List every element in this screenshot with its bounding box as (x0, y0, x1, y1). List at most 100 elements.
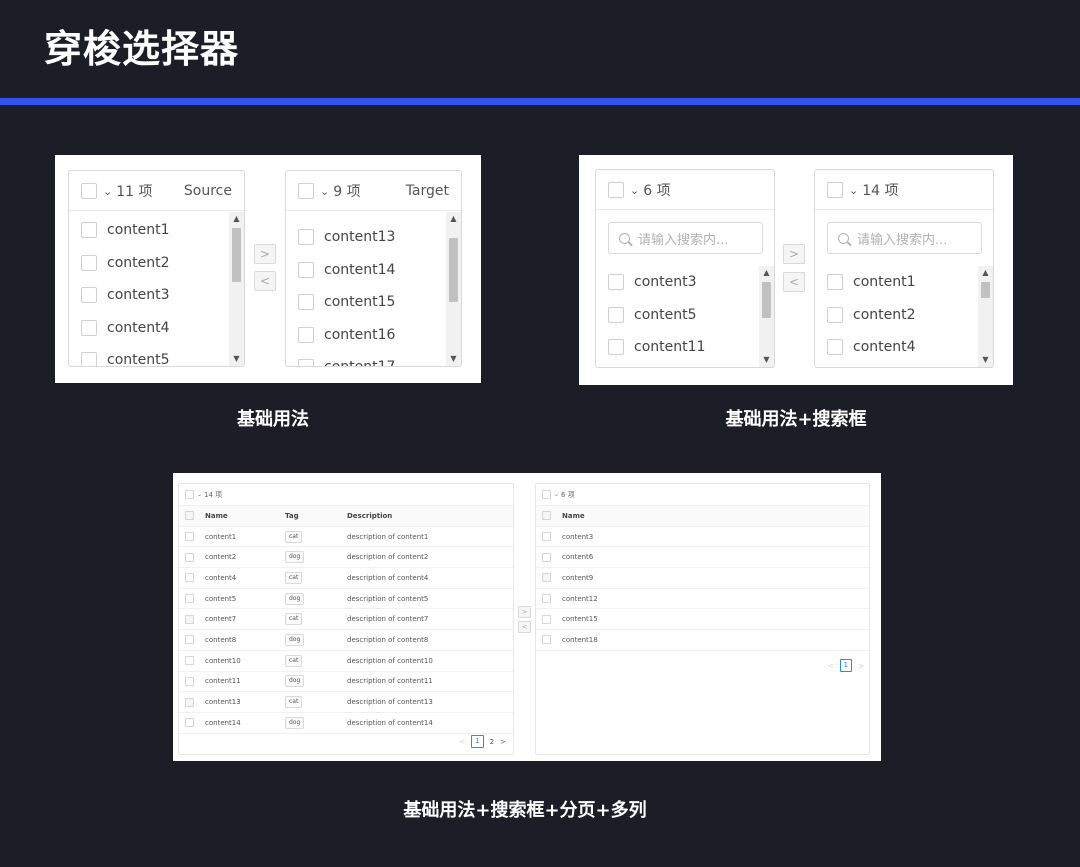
table-row[interactable]: content10 cat description of content10 (179, 651, 513, 672)
scroll-down-icon[interactable]: ▼ (978, 353, 993, 367)
row-checkbox[interactable] (542, 635, 551, 645)
select-all-checkbox[interactable] (185, 490, 194, 499)
table-row[interactable]: content14 dog description of content14 (179, 713, 513, 734)
list-item[interactable]: content11 (596, 331, 774, 364)
item-checkbox[interactable] (608, 274, 624, 291)
row-checkbox[interactable] (542, 594, 551, 604)
search-input[interactable]: 请输入搜索内... (827, 222, 982, 254)
chevron-down-icon[interactable]: ⌄ (197, 491, 202, 498)
row-checkbox[interactable] (542, 614, 551, 624)
item-checkbox[interactable] (298, 294, 314, 311)
scroll-down-icon[interactable]: ▼ (229, 352, 244, 366)
scroll-up-icon[interactable]: ▲ (229, 212, 244, 226)
scrollbar[interactable]: ▲ ▼ (978, 266, 993, 367)
row-checkbox[interactable] (185, 614, 194, 624)
item-checkbox[interactable] (81, 352, 97, 366)
page-button-current[interactable]: 1 (839, 659, 853, 672)
item-checkbox[interactable] (81, 287, 97, 304)
list-item[interactable]: content14 (286, 254, 461, 287)
item-checkbox[interactable] (827, 274, 843, 291)
table-row[interactable]: content3 (536, 527, 869, 548)
column-header-name[interactable]: Name (562, 512, 585, 520)
row-checkbox[interactable] (185, 573, 194, 583)
item-checkbox[interactable] (81, 319, 97, 336)
scroll-up-icon[interactable]: ▲ (978, 266, 993, 280)
next-page-button[interactable]: > (500, 738, 506, 746)
chevron-down-icon[interactable]: ⌄ (320, 185, 329, 198)
row-checkbox[interactable] (185, 697, 194, 707)
move-right-button[interactable]: > (518, 606, 531, 618)
row-checkbox[interactable] (542, 573, 551, 583)
item-checkbox[interactable] (608, 339, 624, 356)
table-row[interactable]: content18 (536, 630, 869, 651)
row-checkbox[interactable] (185, 656, 194, 666)
table-row[interactable]: content9 (536, 568, 869, 589)
chevron-down-icon[interactable]: ⌄ (849, 184, 858, 197)
select-all-checkbox[interactable] (81, 182, 97, 199)
item-checkbox[interactable] (81, 222, 97, 239)
item-checkbox[interactable] (81, 254, 97, 271)
table-row[interactable]: content5 dog description of content5 (179, 589, 513, 610)
row-checkbox[interactable] (185, 635, 194, 645)
table-row[interactable]: content4 cat description of content4 (179, 568, 513, 589)
move-left-button[interactable]: < (783, 272, 805, 292)
scrollbar[interactable]: ▲ ▼ (759, 266, 774, 367)
item-checkbox[interactable] (298, 359, 314, 366)
scroll-up-icon[interactable]: ▲ (759, 266, 774, 280)
search-input[interactable]: 请输入搜索内... (608, 222, 763, 254)
list-item[interactable]: content4 (69, 312, 244, 345)
table-row[interactable]: content15 (536, 609, 869, 631)
list-item[interactable]: content2 (69, 247, 244, 280)
list-item[interactable]: content1 (815, 266, 993, 299)
list-item[interactable]: content5 (69, 344, 244, 366)
list-item[interactable]: content1 (69, 214, 244, 247)
scrollbar[interactable]: ▲ ▼ (229, 212, 244, 366)
item-checkbox[interactable] (298, 229, 314, 246)
select-all-checkbox[interactable] (608, 181, 624, 198)
select-all-checkbox[interactable] (827, 181, 843, 198)
item-checkbox[interactable] (827, 339, 843, 356)
chevron-down-icon[interactable]: ⌄ (103, 185, 112, 198)
list-item[interactable]: content3 (69, 279, 244, 312)
item-checkbox[interactable] (298, 261, 314, 278)
item-checkbox[interactable] (298, 326, 314, 343)
scrollbar[interactable]: ▲ ▼ (446, 212, 461, 366)
scroll-up-icon[interactable]: ▲ (446, 212, 461, 226)
table-row[interactable]: content7 cat description of content7 (179, 609, 513, 631)
list-item[interactable]: content16 (286, 319, 461, 352)
header-checkbox[interactable] (542, 511, 551, 521)
scroll-thumb[interactable] (232, 228, 241, 282)
column-header-description[interactable]: Description (347, 512, 392, 520)
table-row[interactable]: content12 (536, 589, 869, 610)
list-item[interactable]: content15 (286, 286, 461, 319)
header-checkbox[interactable] (185, 511, 194, 521)
move-left-button[interactable]: < (518, 621, 531, 633)
list-item[interactable]: content5 (596, 299, 774, 332)
list-item[interactable]: content2 (815, 299, 993, 332)
move-right-button[interactable]: > (254, 244, 276, 264)
chevron-down-icon[interactable]: ⌄ (554, 491, 559, 498)
select-all-checkbox[interactable] (542, 490, 551, 499)
item-checkbox[interactable] (827, 306, 843, 323)
row-checkbox[interactable] (185, 552, 194, 562)
scroll-thumb[interactable] (981, 282, 990, 298)
list-item[interactable]: content3 (596, 266, 774, 299)
table-row[interactable]: content2 dog description of content2 (179, 547, 513, 569)
table-row[interactable]: content8 dog description of content8 (179, 630, 513, 651)
prev-page-button[interactable]: < (828, 662, 834, 670)
list-item[interactable]: content13 (286, 221, 461, 254)
page-button[interactable]: 2 (490, 738, 494, 746)
scroll-thumb[interactable] (762, 282, 771, 318)
column-header-tag[interactable]: Tag (285, 512, 299, 520)
table-row[interactable]: content1 cat description of content1 (179, 527, 513, 548)
chevron-down-icon[interactable]: ⌄ (630, 184, 639, 197)
row-checkbox[interactable] (542, 532, 551, 542)
move-right-button[interactable]: > (783, 244, 805, 264)
table-row[interactable]: content13 cat description of content13 (179, 692, 513, 713)
prev-page-button[interactable]: < (459, 738, 465, 746)
scroll-down-icon[interactable]: ▼ (759, 353, 774, 367)
select-all-checkbox[interactable] (298, 182, 314, 199)
scroll-thumb[interactable] (449, 238, 458, 302)
page-button-current[interactable]: 1 (471, 735, 484, 748)
row-checkbox[interactable] (185, 594, 194, 604)
